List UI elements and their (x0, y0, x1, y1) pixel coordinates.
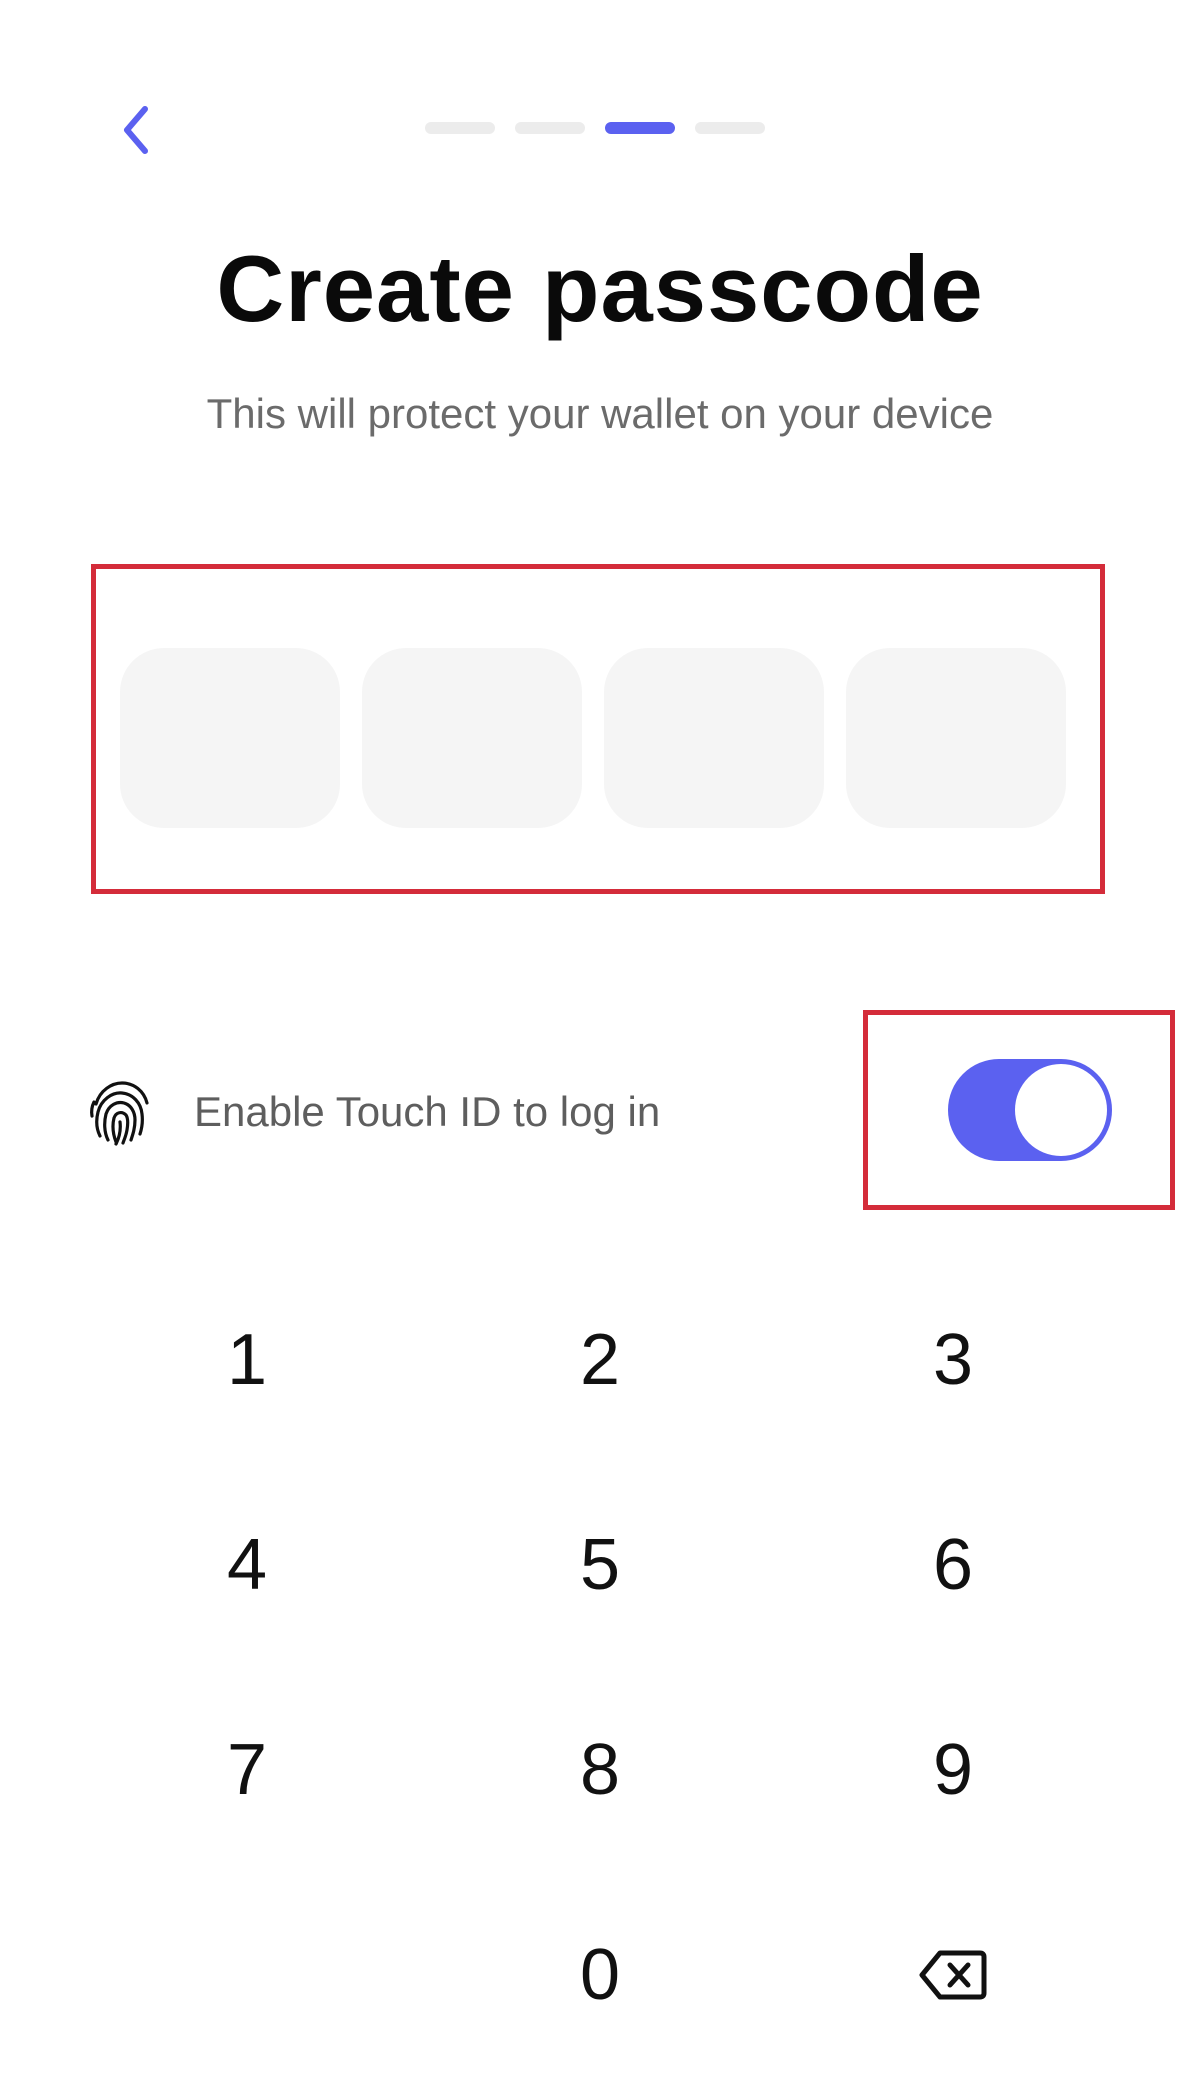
progress-step (695, 122, 765, 134)
keypad-key-5[interactable]: 5 (480, 1490, 720, 1640)
keypad-key-6[interactable]: 6 (833, 1490, 1073, 1640)
passcode-slot-4[interactable] (846, 648, 1066, 828)
passcode-slot-2[interactable] (362, 648, 582, 828)
keypad-key-2[interactable]: 2 (480, 1285, 720, 1435)
progress-step-active (605, 122, 675, 134)
keypad-key-3[interactable]: 3 (833, 1285, 1073, 1435)
page-subtitle: This will protect your wallet on your de… (206, 390, 994, 437)
touch-id-label: Enable Touch ID to log in (194, 1088, 661, 1135)
backspace-button[interactable] (833, 1900, 1073, 2050)
progress-step (515, 122, 585, 134)
back-button[interactable] (112, 100, 160, 160)
fingerprint-icon (86, 1078, 154, 1146)
touch-id-row: Enable Touch ID to log in (86, 1072, 660, 1152)
keypad-key-1[interactable]: 1 (127, 1285, 367, 1435)
passcode-slot-1[interactable] (120, 648, 340, 828)
keypad-key-8[interactable]: 8 (480, 1695, 720, 1845)
keypad-key-9[interactable]: 9 (833, 1695, 1073, 1845)
passcode-slot-3[interactable] (604, 648, 824, 828)
toggle-knob (1015, 1064, 1107, 1156)
progress-step (425, 122, 495, 134)
page-title: Create passcode (216, 236, 984, 341)
backspace-icon (919, 1950, 987, 2000)
keypad-key-7[interactable]: 7 (127, 1695, 367, 1845)
keypad-key-4[interactable]: 4 (127, 1490, 367, 1640)
touch-id-toggle[interactable] (948, 1059, 1112, 1161)
chevron-left-icon (124, 106, 148, 154)
keypad-key-0[interactable]: 0 (480, 1900, 720, 2050)
progress-indicator (425, 122, 765, 134)
